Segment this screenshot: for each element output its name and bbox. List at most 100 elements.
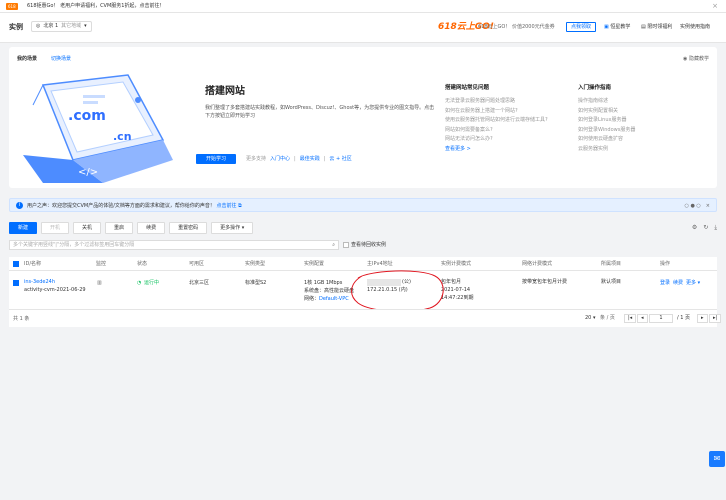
page-header: 实例 ◎ 北京 1 其它地域 ▾ 618云上GO! 618云上GO！ 价值200… [0, 13, 726, 43]
guide-link[interactable]: 实例使用指南 [680, 23, 710, 31]
col-billing[interactable]: 实例计费模式 [441, 261, 471, 268]
page-size-select[interactable]: 20 ▾ [585, 314, 595, 322]
page-title: 实例 [9, 23, 23, 31]
support-links: 更多支持 入门中心 | 最佳实践 | 云 + 社区 [246, 155, 352, 163]
guide-item[interactable]: 如何使用云硬盘扩容 [578, 135, 635, 145]
region-other: 其它地域 [61, 23, 82, 29]
promo-bar: 618 618钜惠Go！ 老用户申请福利，CVM服务1折起，点击前往！ × [0, 0, 726, 13]
page-total: / 1 页 [677, 315, 691, 321]
col-zone[interactable]: 可用区 [189, 261, 204, 268]
start-learning-button[interactable]: 开始学习 [196, 154, 236, 164]
guide-item[interactable]: 操作指南综述 [578, 97, 635, 107]
running-status-icon: ◔ [137, 280, 142, 286]
promo-text[interactable]: 618钜惠Go！ 老用户申请福利，CVM服务1折起，点击前往！ [27, 3, 164, 10]
next-page-button[interactable]: ▸ [697, 314, 708, 323]
faq-item[interactable]: 如何在云服务器上搭建一个网站? [445, 107, 548, 117]
more-actions-dropdown[interactable]: 更多操作 ▾ [211, 222, 254, 234]
select-all-checkbox[interactable] [13, 261, 19, 267]
more-support-label: 更多支持 [246, 156, 267, 162]
last-page-button[interactable]: ▸| [709, 314, 722, 323]
faq-item[interactable]: 网站无法访问怎么办? [445, 135, 548, 145]
new-instance-button[interactable]: 新建 [9, 222, 38, 234]
status-text: 运行中 [144, 280, 160, 286]
type-text: 标准型S2 [245, 280, 267, 286]
promo-618-text: 618云上GO！ 价值2000元代金券 [478, 24, 555, 30]
svg-text:.cn: .cn [113, 130, 132, 143]
link-best-practice[interactable]: 最佳实践 [300, 155, 320, 163]
download-icon[interactable]: ⤓ [714, 224, 717, 232]
monitor-chart-icon[interactable]: ▥ [97, 280, 102, 287]
pager-dots-icon[interactable]: ○ ● ○ [685, 202, 701, 210]
search-input[interactable]: 多个关键字用竖线"|"分隔，多个过滤标签用回车键分隔 ⌕ [9, 240, 339, 250]
notice-controls: ○ ● ○ × [685, 202, 710, 210]
zone-text: 北京三区 [189, 280, 210, 286]
recycle-checkbox[interactable] [343, 242, 349, 248]
prev-page-button[interactable]: ◂ [637, 314, 648, 323]
col-monitor: 监控 [96, 261, 107, 267]
guide-item[interactable]: 如何实例配置相关 [578, 107, 635, 117]
close-icon[interactable]: × [706, 202, 710, 210]
search-placeholder: 多个关键字用竖线"|"分隔，多个过滤标签用回车键分隔 [13, 242, 135, 248]
col-config: 实例配置 [304, 261, 325, 267]
col-type[interactable]: 实例类型 [245, 261, 265, 268]
faq-more-link[interactable]: 查看更多 > [445, 145, 548, 155]
login-link[interactable]: 登录 [660, 280, 670, 287]
guide-item[interactable]: 如何登录Windows服务器 [578, 126, 635, 136]
show-recycle-toggle[interactable]: 查看待回收实例 [343, 241, 386, 249]
close-icon[interactable]: × [712, 2, 718, 10]
total-count: 共 1 条 [13, 316, 30, 322]
vpc-link[interactable]: Default-VPC [319, 296, 349, 303]
restart-button[interactable]: 重启 [105, 222, 134, 234]
promo-tag: 618 [6, 3, 18, 10]
scene-description: 我们整理了多套搭建站实践教程，如WordPress、Discuz!、Ghost等… [205, 105, 435, 119]
net-billing-mode: 按带宽包年包月计费 [522, 279, 568, 285]
docs-link[interactable]: ▣ 恒星教学 [604, 23, 630, 31]
external-link-icon: ⧉ [238, 203, 242, 209]
notice-link[interactable]: 点击前往 [217, 203, 237, 209]
chevron-down-icon: ▾ [241, 225, 245, 231]
renew-button[interactable]: 续费 [137, 222, 166, 234]
row-checkbox[interactable] [13, 280, 19, 286]
faq-item[interactable]: 网站如何需要备案么? [445, 126, 548, 136]
claim-button[interactable]: 点我领取 [566, 22, 597, 32]
guide-item[interactable]: 云服务器实例 [578, 145, 635, 155]
svg-text:.com: .com [68, 108, 106, 124]
gear-icon[interactable]: ⚙ [692, 224, 697, 232]
instance-id[interactable]: ins-3ede24h [24, 279, 55, 286]
benefits-link[interactable]: ▤ 限时领福利 [641, 23, 672, 31]
stop-button[interactable]: 关机 [73, 222, 102, 234]
project-name: 默认项目 [601, 279, 622, 285]
chat-icon[interactable]: ✉ [709, 451, 725, 467]
instance-name: activity-cvm-2021-06-29 [24, 287, 86, 293]
info-icon: i [16, 202, 23, 209]
reset-password-button[interactable]: 重置密码 [169, 222, 208, 234]
renew-link[interactable]: 续费 [673, 280, 683, 287]
hand-drawn-annotation [351, 270, 444, 312]
more-link[interactable]: 更多 ▾ [686, 280, 700, 287]
chevron-down-icon: ▾ [84, 23, 87, 29]
switch-scene-link[interactable]: 切换场景 [51, 55, 71, 63]
guide-item[interactable]: 如何登录Linux服务器 [578, 116, 635, 126]
table-footer: 共 1 条 20 ▾ 条 / 页 |◂ ◂ 1 / 1 页 ▸ ▸| [9, 309, 722, 327]
disk-text: 系统盘：高性能云硬盘 [304, 288, 355, 294]
region-selector[interactable]: ◎ 北京 1 其它地域 ▾ [31, 21, 92, 32]
faq-item[interactable]: 无法登录云服务器问题处理思路 [445, 97, 548, 107]
link-community[interactable]: 云 + 社区 [329, 155, 351, 163]
faq-title: 搭建网站常见问题 [445, 85, 490, 91]
col-status[interactable]: 状态 [137, 261, 147, 268]
col-project[interactable]: 所属项目 [601, 261, 621, 268]
first-page-button[interactable]: |◂ [624, 314, 637, 323]
instance-toolbar: 新建 开机 关机 重启 续费 重置密码 更多操作 ▾ [9, 222, 254, 234]
network-label: 网络： [304, 296, 320, 302]
start-button[interactable]: 开机 [41, 222, 70, 234]
refresh-icon[interactable]: ↻ [703, 224, 708, 232]
col-id: ID/名称 [24, 261, 42, 267]
link-intro-center[interactable]: 入门中心 [270, 155, 290, 163]
location-icon: ◎ [36, 23, 41, 29]
search-icon[interactable]: ⌕ [332, 241, 335, 249]
feedback-notice: i 用户之声：欢迎您提交CVM产品的体验/文档等方面的需求和建议，帮你给你的声音… [9, 198, 717, 212]
faq-item[interactable]: 使用云服务器托管网站如何进行云端存储工具? [445, 116, 548, 126]
hide-tutorial-link[interactable]: ◉ 隐藏教学 [683, 55, 709, 63]
page-input[interactable]: 1 [649, 314, 673, 323]
col-net-billing[interactable]: 网络计费模式 [522, 261, 552, 268]
